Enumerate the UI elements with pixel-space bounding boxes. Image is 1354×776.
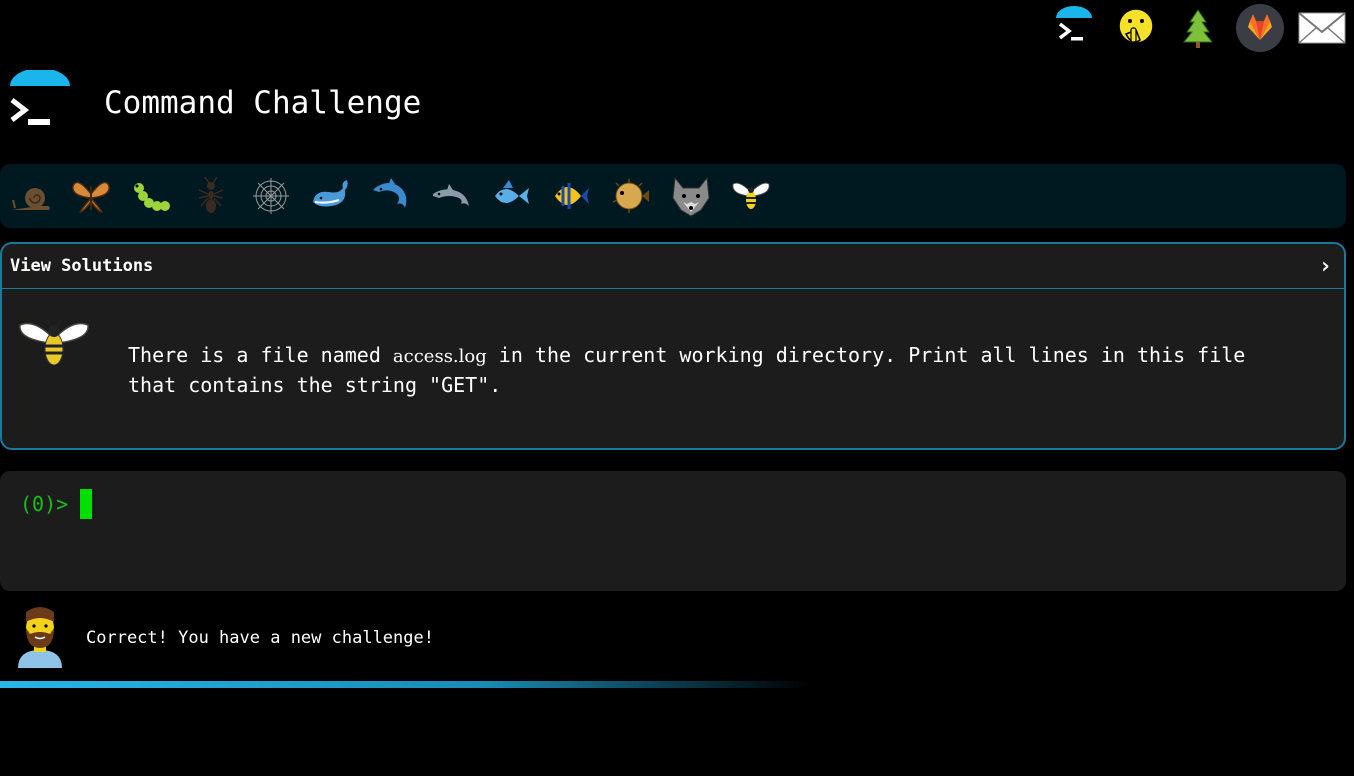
wolf-icon[interactable] — [666, 171, 716, 221]
terminal-prompt: (0)> — [20, 492, 69, 516]
header: Command Challenge — [8, 68, 422, 136]
top-nav — [1050, 0, 1346, 56]
terminal-input-area[interactable]: (0)> — [0, 471, 1346, 591]
terminal-logo-icon[interactable] — [1050, 4, 1098, 52]
spider-web-icon[interactable] — [246, 171, 296, 221]
tropical-fish-icon[interactable] — [546, 171, 596, 221]
challenge-panel: View Solutions › There is a file named a… — [0, 242, 1346, 450]
feedback-message: Correct! You have a new challenge! — [86, 628, 434, 648]
gitlab-icon[interactable] — [1236, 4, 1284, 52]
caterpillar-icon[interactable] — [126, 171, 176, 221]
dolphin-icon[interactable] — [426, 171, 476, 221]
fish-icon[interactable] — [486, 171, 536, 221]
bee-icon — [16, 315, 92, 375]
feedback-row: Correct! You have a new challenge! — [14, 604, 434, 672]
challenge-body: There is a file named access.log in the … — [2, 289, 1344, 448]
blowfish-icon[interactable] — [606, 171, 656, 221]
view-solutions-toggle[interactable]: View Solutions › — [2, 244, 1344, 289]
chevron-right-icon[interactable]: › — [1319, 254, 1332, 279]
envelope-icon[interactable] — [1298, 4, 1346, 52]
terminal-logo-icon[interactable] — [8, 68, 74, 136]
terminal-cursor[interactable] — [80, 489, 93, 519]
face-with-hand-over-mouth-icon[interactable] — [1112, 4, 1160, 52]
whale-icon[interactable] — [306, 171, 356, 221]
filename: access.log — [392, 346, 487, 367]
progress-bar — [0, 681, 810, 688]
bee-icon[interactable] — [726, 171, 776, 221]
snail-icon[interactable] — [6, 171, 56, 221]
dolphin-icon[interactable] — [366, 171, 416, 221]
challenge-description: There is a file named access.log in the … — [128, 343, 1246, 397]
challenge-progress-strip — [0, 164, 1346, 228]
butterfly-icon[interactable] — [66, 171, 116, 221]
ant-icon[interactable] — [186, 171, 236, 221]
view-solutions-label: View Solutions — [10, 256, 154, 276]
tree-icon[interactable] — [1174, 4, 1222, 52]
bearded-person-avatar-icon — [14, 604, 66, 672]
page-title: Command Challenge — [104, 85, 422, 121]
